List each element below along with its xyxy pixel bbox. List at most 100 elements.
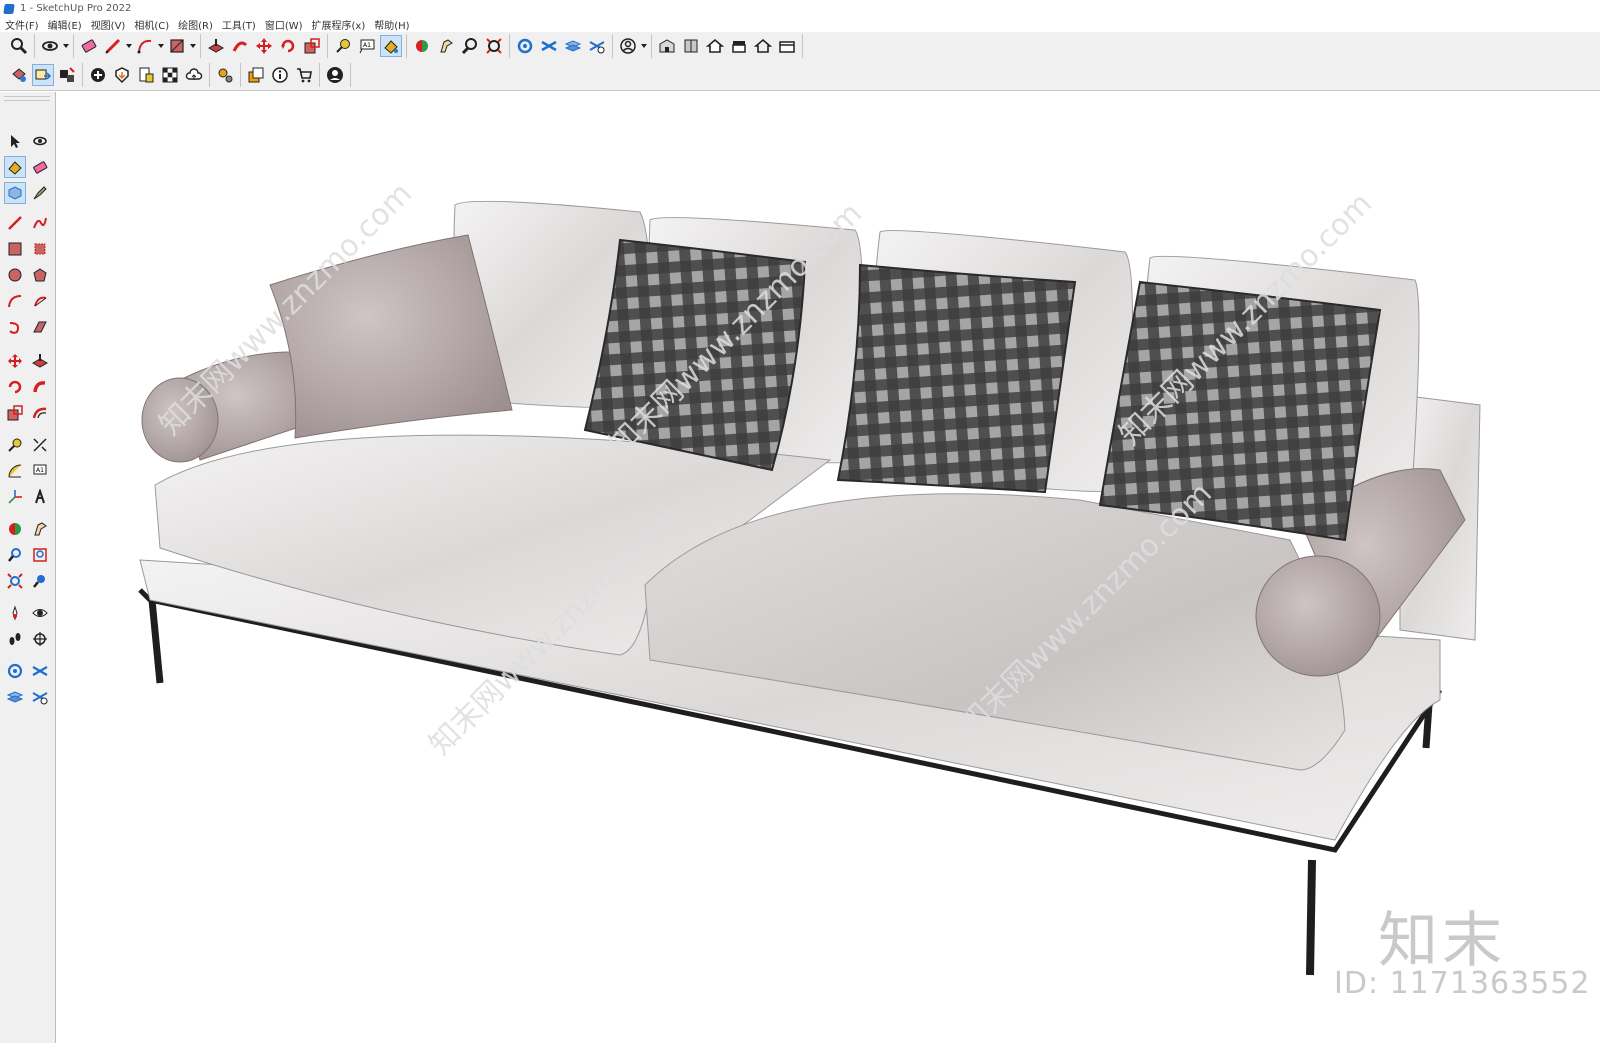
menu-window[interactable]: 窗口(W): [260, 17, 307, 32]
followme-icon[interactable]: [29, 376, 51, 398]
polygon-icon[interactable]: [29, 264, 51, 286]
menu-edit[interactable]: 编辑(E): [43, 17, 86, 32]
text-icon[interactable]: A1: [356, 35, 378, 57]
sandbox-icon[interactable]: [538, 35, 560, 57]
cart-icon[interactable]: [293, 64, 315, 86]
rectangle-dropdown-caret[interactable]: [189, 35, 197, 57]
layers-icon[interactable]: [562, 35, 584, 57]
cloud-icon[interactable]: [183, 64, 205, 86]
add-location-icon[interactable]: [87, 64, 109, 86]
model-viewport[interactable]: 知末网www.znzmo.com 知末网www.znzmo.com 知末网www…: [57, 92, 1600, 1043]
section-plane-icon[interactable]: [29, 628, 51, 650]
rectangle-icon[interactable]: [4, 238, 26, 260]
pie-icon[interactable]: [29, 290, 51, 312]
box-icon[interactable]: [776, 35, 798, 57]
pushpull-icon[interactable]: [205, 35, 227, 57]
styles-icon[interactable]: [245, 64, 267, 86]
geo-icon[interactable]: [111, 64, 133, 86]
orbit-icon[interactable]: [39, 35, 61, 57]
eraser-icon[interactable]: [29, 156, 51, 178]
eraser-icon[interactable]: [78, 35, 100, 57]
info-icon[interactable]: [269, 64, 291, 86]
menu-help[interactable]: 帮助(H): [369, 17, 413, 32]
dimension-icon[interactable]: [29, 434, 51, 456]
paint-icon[interactable]: [380, 35, 402, 57]
move-icon[interactable]: [4, 350, 26, 372]
section-icon[interactable]: [514, 35, 536, 57]
rotated-rect-icon[interactable]: [29, 238, 51, 260]
extension-manager-icon[interactable]: [214, 64, 236, 86]
arc-icon[interactable]: [134, 35, 156, 57]
menu-file[interactable]: 文件(F): [0, 17, 43, 32]
orbit2-icon[interactable]: [4, 518, 26, 540]
orbit-icon[interactable]: [29, 130, 51, 152]
components-icon[interactable]: [680, 35, 702, 57]
home-icon[interactable]: [704, 35, 726, 57]
arc-icon[interactable]: [4, 290, 26, 312]
zoom-icon[interactable]: [8, 35, 30, 57]
menu-camera[interactable]: 相机(C): [129, 17, 173, 32]
position-camera-icon[interactable]: [4, 602, 26, 624]
warehouse-icon[interactable]: [656, 35, 678, 57]
position-camera-icon[interactable]: [435, 35, 457, 57]
menu-view[interactable]: 视图(V): [86, 17, 130, 32]
select-move-icon[interactable]: [32, 64, 54, 86]
materials-icon[interactable]: [8, 64, 30, 86]
zoom-extents-icon[interactable]: [4, 570, 26, 592]
section-settings-icon[interactable]: [29, 686, 51, 708]
report-icon[interactable]: [135, 64, 157, 86]
zoom-window-icon[interactable]: [29, 544, 51, 566]
tape-icon[interactable]: [4, 434, 26, 456]
scale-icon[interactable]: [301, 35, 323, 57]
walk-icon[interactable]: [4, 628, 26, 650]
previous-view-icon[interactable]: [29, 570, 51, 592]
profile-dropdown-caret[interactable]: [640, 35, 648, 57]
move-icon[interactable]: [253, 35, 275, 57]
arc3-icon[interactable]: [4, 316, 26, 338]
orbit-dropdown-caret[interactable]: [62, 35, 70, 57]
section-fill-icon[interactable]: [4, 686, 26, 708]
paint-bucket-icon[interactable]: [4, 156, 26, 178]
circle-icon[interactable]: [4, 264, 26, 286]
rotate-icon[interactable]: [4, 376, 26, 398]
section-cut-icon[interactable]: [29, 660, 51, 682]
checker-icon[interactable]: [159, 64, 181, 86]
menu-draw[interactable]: 绘图(R): [173, 17, 217, 32]
tape-icon[interactable]: [332, 35, 354, 57]
account-icon[interactable]: [324, 64, 346, 86]
scenes-icon[interactable]: [56, 64, 78, 86]
select-arrow-icon[interactable]: [4, 130, 26, 152]
walk-icon[interactable]: [411, 35, 433, 57]
id-watermark: ID: 1171363552: [1334, 966, 1591, 1001]
rectangle-icon[interactable]: [166, 35, 188, 57]
tag-icon[interactable]: [29, 182, 51, 204]
pencil-icon[interactable]: [4, 212, 26, 234]
scale-icon[interactable]: [4, 402, 26, 424]
lookaround-icon[interactable]: [459, 35, 481, 57]
followme-icon[interactable]: [229, 35, 251, 57]
protractor-icon[interactable]: [4, 460, 26, 482]
outliner-icon[interactable]: [586, 35, 608, 57]
display-section-icon[interactable]: [4, 660, 26, 682]
house-outline-icon[interactable]: [752, 35, 774, 57]
menu-extensions[interactable]: 扩展程序(x): [307, 17, 370, 32]
profile-icon[interactable]: [617, 35, 639, 57]
arc-dropdown-caret[interactable]: [157, 35, 165, 57]
lookaround-icon[interactable]: [29, 602, 51, 624]
pan-icon[interactable]: [29, 518, 51, 540]
offset-icon[interactable]: [29, 402, 51, 424]
rotate-icon[interactable]: [277, 35, 299, 57]
freehand-icon[interactable]: [29, 212, 51, 234]
text-icon[interactable]: A1: [29, 460, 51, 482]
pencil-icon[interactable]: [102, 35, 124, 57]
shop-icon[interactable]: [728, 35, 750, 57]
pushpull-alt-icon[interactable]: [29, 350, 51, 372]
zoom-window-icon[interactable]: [483, 35, 505, 57]
pencil-dropdown-caret[interactable]: [125, 35, 133, 57]
3dtext-icon[interactable]: [29, 486, 51, 508]
components-icon[interactable]: [4, 182, 26, 204]
zoom-icon[interactable]: [4, 544, 26, 566]
menu-tools[interactable]: 工具(T): [217, 17, 260, 32]
axes-icon[interactable]: [4, 486, 26, 508]
pushpull-icon[interactable]: [29, 316, 51, 338]
